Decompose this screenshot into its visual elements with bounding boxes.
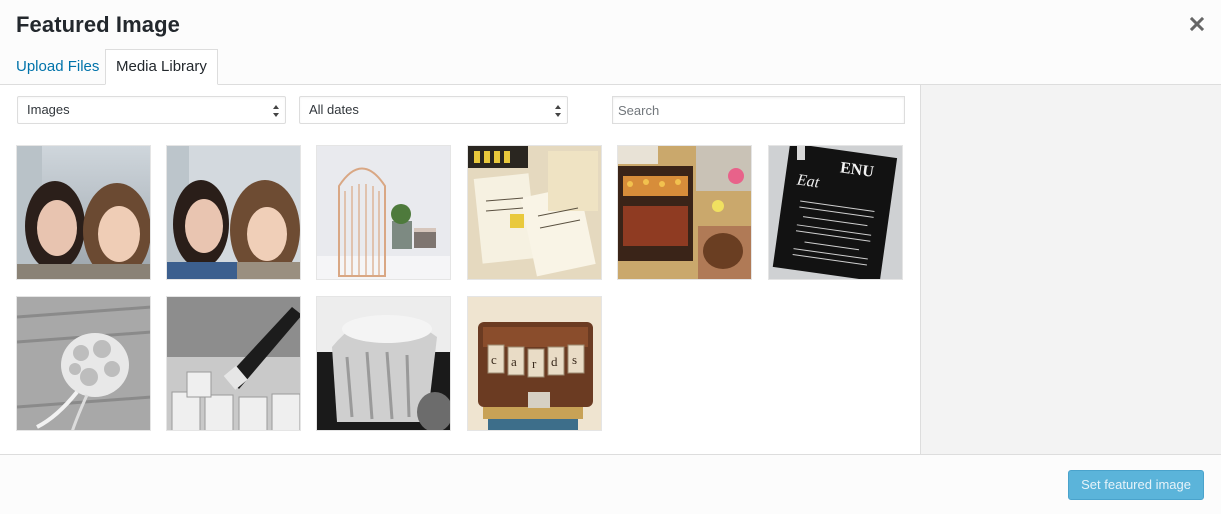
tab-upload-files[interactable]: Upload Files	[6, 49, 109, 85]
media-thumbnail[interactable]	[316, 145, 451, 280]
svg-text:r: r	[532, 356, 537, 371]
media-thumbnail[interactable]	[16, 145, 151, 280]
set-featured-image-button[interactable]: Set featured image	[1068, 470, 1204, 500]
attachments-browser: Images All dates Search ENU Eat c a r d …	[0, 85, 921, 454]
media-thumbnail[interactable]: ENU Eat	[768, 145, 903, 280]
media-thumbnail[interactable]	[166, 296, 301, 431]
media-type-filter[interactable]: Images	[17, 96, 286, 124]
date-filter[interactable]: All dates	[299, 96, 568, 124]
svg-text:s: s	[572, 352, 577, 367]
date-filter-value: All dates	[309, 102, 359, 117]
media-type-filter-value: Images	[27, 102, 70, 117]
svg-text:a: a	[511, 354, 517, 369]
svg-text:d: d	[551, 354, 558, 369]
media-thumbnail[interactable]: cards	[467, 296, 602, 431]
close-icon[interactable]	[1187, 14, 1207, 34]
modal-toolbar: Set featured image	[0, 454, 1221, 514]
media-router-tabs: Upload Files Media Library	[0, 49, 1221, 85]
tab-media-library[interactable]: Media Library	[105, 49, 218, 85]
select-arrows-icon	[272, 102, 280, 118]
media-thumbnail[interactable]	[166, 145, 301, 280]
svg-text:c: c	[491, 352, 497, 367]
search-input[interactable]	[612, 96, 905, 124]
media-thumbnail[interactable]	[467, 145, 602, 280]
featured-image-modal: Featured Image Upload Files Media Librar…	[0, 0, 1221, 514]
select-arrows-icon	[554, 102, 562, 118]
svg-text:Eat: Eat	[795, 171, 821, 191]
media-thumbnail[interactable]	[316, 296, 451, 431]
media-thumbnail[interactable]	[617, 145, 752, 280]
modal-title: Featured Image	[16, 12, 181, 37]
media-thumbnail[interactable]	[16, 296, 151, 431]
media-sidebar	[920, 85, 1221, 454]
